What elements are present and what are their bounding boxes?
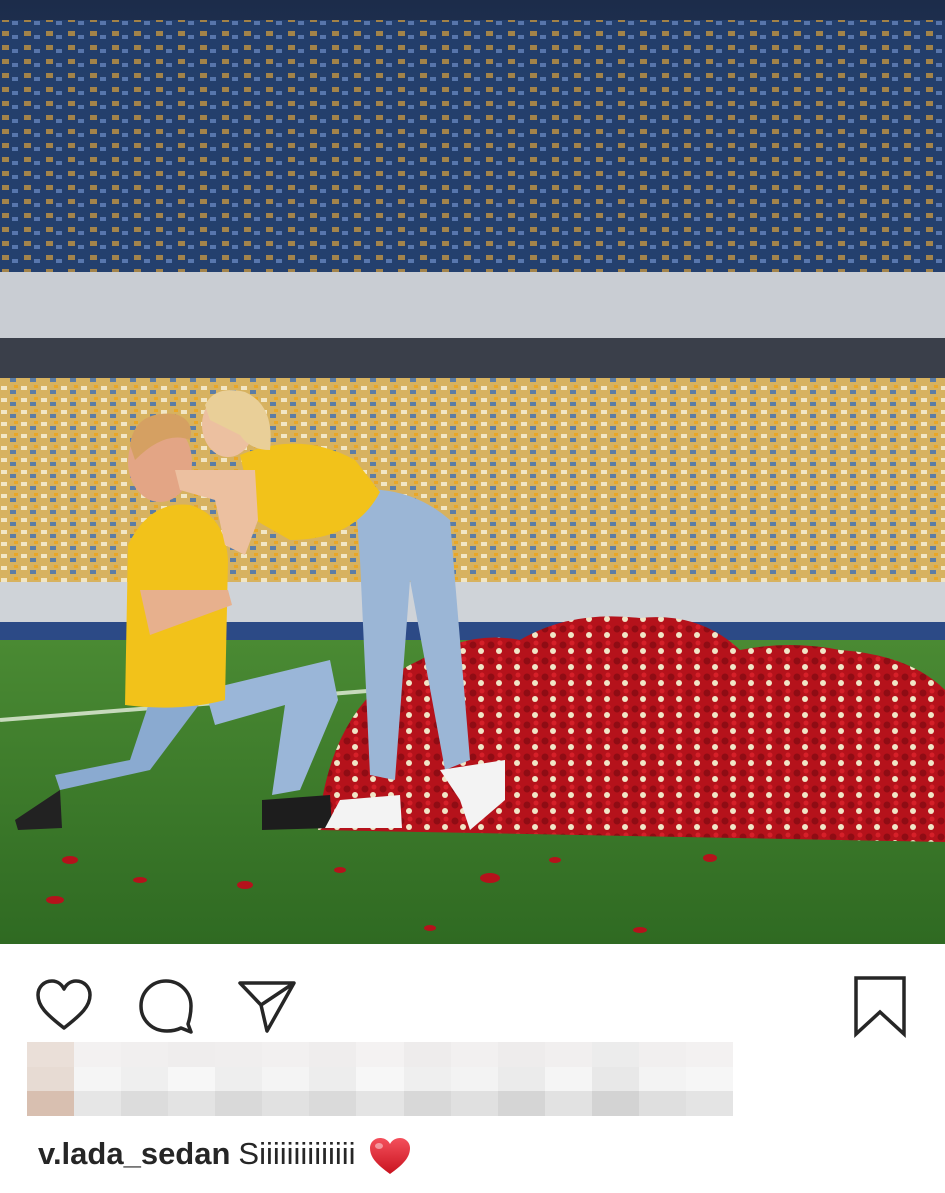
post-actions-bar [0,944,945,1044]
red-heart-emoji-icon [369,1137,410,1174]
paper-plane-icon[interactable] [234,974,298,1038]
likes-row-pixelated [27,1042,733,1116]
bookmark-icon[interactable] [848,974,912,1038]
speech-bubble-icon[interactable] [134,974,198,1038]
caption-text: Siiiiiiiiiiiiii [238,1136,356,1171]
post-photo[interactable] [0,0,945,944]
heart-outline-icon[interactable] [32,974,96,1038]
caption-username[interactable]: v.lada_sedan [38,1136,230,1171]
post-caption: v.lada_sedan Siiiiiiiiiiiiii [38,1132,412,1176]
stadium-proposal-photo [0,0,945,944]
